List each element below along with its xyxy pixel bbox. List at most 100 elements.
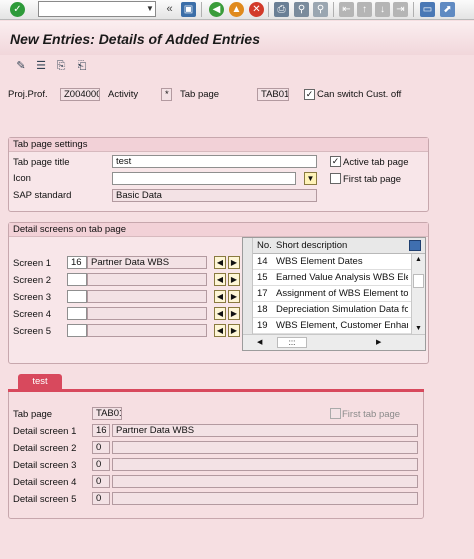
row-selector[interactable] [243, 254, 253, 270]
print-icon[interactable]: ⎙ [274, 2, 289, 17]
save-as-icon[interactable]: ⎗ [75, 59, 89, 73]
shortcut-icon[interactable]: ⬈ [440, 2, 455, 17]
scroll-right-icon[interactable]: ▶ [376, 337, 385, 348]
find-icon[interactable]: ⚲ [294, 2, 309, 17]
screen-number-field[interactable] [67, 307, 87, 320]
detail-screen-number: 0 [92, 475, 110, 488]
can-switch-checkbox[interactable]: ✓ [304, 89, 315, 100]
scroll-up-icon[interactable]: ▲ [413, 254, 424, 265]
active-tab-checkbox[interactable]: ✓ [330, 156, 341, 167]
create-session-icon[interactable]: ▭ [420, 2, 435, 17]
detail-screen-description [112, 492, 418, 505]
copy-icon[interactable]: ⎘ [54, 59, 68, 73]
select-all-icon[interactable]: ☰ [34, 59, 48, 73]
table-settings-icon[interactable] [409, 240, 421, 251]
row-number: 19 [257, 320, 268, 331]
preview-tab-page-field: TAB01 [92, 407, 122, 420]
vertical-scrollbar[interactable]: ▲ ▼ [411, 254, 425, 334]
enter-icon[interactable]: ✓ [10, 2, 25, 17]
screen-label: Screen 5 [13, 326, 52, 337]
activity-field: * [161, 88, 172, 101]
detail-screen-number: 0 [92, 458, 110, 471]
tab-title-field[interactable]: test [112, 155, 317, 168]
table-row[interactable]: 15 Earned Value Analysis WBS Element [243, 270, 425, 286]
move-left-button[interactable]: ◀ [214, 324, 226, 337]
row-number: 17 [257, 288, 268, 299]
screen-number-field[interactable] [67, 273, 87, 286]
screen-label: Screen 4 [13, 309, 52, 320]
first-page-icon[interactable]: ⇤ [339, 2, 354, 17]
move-right-button[interactable]: ▶ [228, 256, 240, 269]
screen-number-field[interactable] [67, 290, 87, 303]
scroll-thumb[interactable] [413, 274, 424, 288]
detail-screen-label: Detail screen 1 [13, 426, 77, 437]
select-all-cell[interactable] [243, 238, 253, 254]
sap-standard-field: Basic Data [112, 189, 317, 202]
move-left-button[interactable]: ◀ [214, 273, 226, 286]
move-left-button[interactable]: ◀ [214, 307, 226, 320]
table-row[interactable]: 19 WBS Element, Customer Enhance [243, 318, 425, 334]
move-right-button[interactable]: ▶ [228, 273, 240, 286]
can-switch-label: Can switch Cust. off [317, 89, 402, 100]
table-header: No. Short description [243, 238, 425, 254]
move-left-button[interactable]: ◀ [214, 290, 226, 303]
tab-page-field: TAB01 [257, 88, 289, 101]
first-tab-checkbox[interactable] [330, 173, 341, 184]
preview-tab-page-label: Tab page [13, 409, 53, 420]
row-selector[interactable] [243, 270, 253, 286]
back-icon[interactable]: ◀ [209, 2, 224, 17]
detail-screen-number: 16 [92, 424, 110, 437]
tab-page-label: Tab page [180, 89, 220, 100]
application-toolbar: ✎ ☰ ⎘ ⎗ [0, 56, 474, 76]
glasses-icon[interactable]: ✎ [14, 59, 28, 73]
tab-test[interactable]: test [18, 374, 62, 390]
move-right-button[interactable]: ▶ [228, 307, 240, 320]
short-description-table: No. Short description 14 WBS Element Dat… [242, 237, 426, 351]
next-page-icon[interactable]: ↓ [375, 2, 390, 17]
detail-screen-label: Detail screen 2 [13, 443, 77, 454]
table-row[interactable]: 18 Depreciation Simulation Data for [243, 302, 425, 318]
system-toolbar: ✓ ▼ « ▣ ◀ ▲ ✕ ⎙ ⚲ ⚲ ⇤ ↑ ↓ ⇥ ▭ ⬈ [0, 0, 474, 20]
table-row[interactable]: 14 WBS Element Dates [243, 254, 425, 270]
row-description: Earned Value Analysis WBS Element [276, 272, 408, 283]
save-icon[interactable]: ▣ [181, 2, 196, 17]
cancel-icon[interactable]: ✕ [249, 2, 264, 17]
icon-field[interactable] [112, 172, 296, 185]
group-title: Detail screens on tab page [9, 223, 428, 237]
scroll-left-icon[interactable]: ◀ [257, 337, 266, 348]
column-header-description: Short description [276, 240, 348, 251]
prev-page-icon[interactable]: ↑ [357, 2, 372, 17]
detail-screen-description: Partner Data WBS [112, 424, 418, 437]
screen-number-field[interactable]: 16 [67, 256, 87, 269]
active-tab-label: Active tab page [343, 157, 409, 168]
move-right-button[interactable]: ▶ [228, 324, 240, 337]
row-selector[interactable] [243, 302, 253, 318]
row-selector[interactable] [243, 318, 253, 334]
move-left-button[interactable]: ◀ [214, 256, 226, 269]
table-row[interactable]: 17 Assignment of WBS Element to Pr [243, 286, 425, 302]
scroll-down-icon[interactable]: ▼ [413, 323, 424, 334]
screen-label: Screen 2 [13, 275, 52, 286]
find-next-icon[interactable]: ⚲ [313, 2, 328, 17]
detail-screen-label: Detail screen 5 [13, 494, 77, 505]
scroll-thumb-horizontal[interactable]: ::: [277, 337, 307, 348]
last-page-icon[interactable]: ⇥ [393, 2, 408, 17]
detail-screen-description [112, 458, 418, 471]
detail-screen-number: 0 [92, 492, 110, 505]
screen-number-field[interactable] [67, 324, 87, 337]
collapse-icon[interactable]: « [162, 2, 177, 17]
command-dropdown-icon[interactable]: ▼ [144, 1, 156, 17]
horizontal-scrollbar[interactable]: ◀ ::: ▶ [243, 334, 425, 350]
exit-icon[interactable]: ▲ [229, 2, 244, 17]
proj-prof-label: Proj.Prof. [8, 89, 48, 100]
move-right-button[interactable]: ▶ [228, 290, 240, 303]
first-tab-label: First tab page [343, 174, 402, 185]
detail-screen-label: Detail screen 3 [13, 460, 77, 471]
sap-standard-label: SAP standard [13, 190, 72, 201]
row-number: 18 [257, 304, 268, 315]
icon-lookup-button[interactable]: ▼ [304, 172, 317, 185]
command-field[interactable] [38, 1, 156, 17]
group-title: Tab page settings [9, 138, 428, 152]
row-selector[interactable] [243, 286, 253, 302]
column-header-no: No. [257, 240, 272, 251]
